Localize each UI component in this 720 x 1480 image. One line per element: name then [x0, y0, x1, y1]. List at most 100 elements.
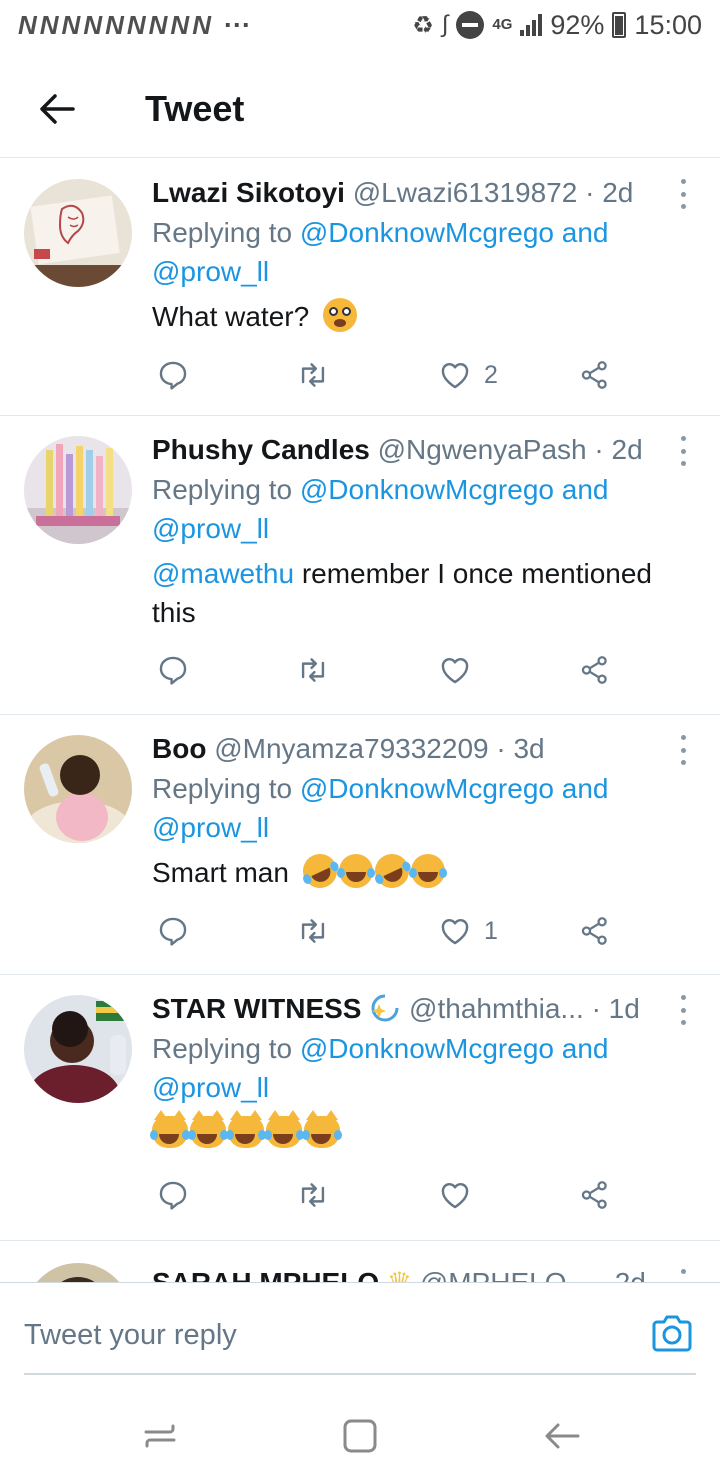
tweet-text: @mawethu remember I once mentioned this: [152, 554, 698, 632]
arrow-left-icon: [40, 93, 75, 124]
home-button[interactable]: [338, 1414, 382, 1458]
status-bar: NNNNNNNNN ··· ♻ ∫ 4G 92% 15:00: [0, 0, 720, 50]
back-button[interactable]: [17, 69, 97, 149]
author-name[interactable]: SARAH MPHELO: [152, 1267, 379, 1282]
replying-to-label: Replying to: [152, 217, 293, 248]
clock: 15:00: [634, 9, 702, 40]
more-options-button[interactable]: [676, 179, 690, 209]
share-button[interactable]: [578, 911, 612, 951]
recent-apps-button[interactable]: [138, 1414, 182, 1458]
reply-input[interactable]: [24, 1305, 624, 1365]
reply-timeline[interactable]: Lwazi Sikotoyi @Lwazi61319872 · 2d Reply…: [0, 159, 720, 1282]
battery-percent: 92%: [550, 9, 605, 40]
avatar[interactable]: [24, 735, 132, 843]
recent-apps-icon: [144, 1424, 176, 1448]
reply-icon: [159, 917, 187, 946]
avatar[interactable]: [24, 995, 132, 1103]
retweet-button[interactable]: [296, 650, 330, 690]
heart-icon: [441, 919, 469, 945]
battery-icon: [612, 12, 627, 38]
replying-to: Replying to @DonknowMcgrego and @prow_ll: [152, 213, 698, 291]
system-back-button[interactable]: [540, 1414, 584, 1458]
replying-and: and: [561, 474, 609, 505]
mention-link[interactable]: @DonknowMcgrego: [300, 474, 554, 505]
tweet-time: · 2d: [598, 1267, 646, 1282]
avatar[interactable]: [24, 179, 132, 287]
share-button[interactable]: [578, 355, 612, 395]
reply-button[interactable]: [156, 650, 190, 690]
retweet-button[interactable]: [296, 911, 330, 951]
retweet-icon: [301, 919, 325, 943]
share-icon: [581, 656, 607, 684]
reply-button[interactable]: [156, 911, 190, 951]
mention-link[interactable]: @prow_ll: [152, 513, 269, 544]
signal-icon: [520, 14, 543, 36]
more-options-button[interactable]: [676, 735, 690, 765]
reply-button[interactable]: [156, 1175, 190, 1215]
tweet-text: Smart man: [152, 848, 698, 894]
like-count: 1: [484, 916, 498, 945]
bluetooth-icon: ∫: [441, 11, 449, 38]
author-name[interactable]: STAR WITNESS: [152, 993, 361, 1024]
tears-of-joy-emoji: [408, 854, 447, 888]
author-handle[interactable]: @Mnyamza79332209: [214, 733, 488, 764]
reply-composer: [0, 1282, 720, 1392]
reply-icon: [159, 656, 187, 685]
tweet-actions: [152, 650, 720, 690]
tweet-item[interactable]: STAR WITNESS @thahmthia... · 1d Replying…: [0, 975, 720, 1241]
home-icon: [343, 1419, 377, 1453]
author-name[interactable]: Boo: [152, 733, 206, 764]
system-navigation-bar: [0, 1392, 720, 1480]
replying-to-label: Replying to: [152, 474, 293, 505]
like-button[interactable]: 1: [438, 911, 498, 951]
author-handle[interactable]: @thahmthia...: [409, 993, 584, 1024]
mention-link[interactable]: @prow_ll: [152, 1072, 269, 1103]
recycle-icon: ♻: [412, 11, 434, 39]
mention-link[interactable]: @DonknowMcgrego: [300, 1033, 554, 1064]
mention-link[interactable]: @mawethu: [152, 558, 294, 589]
like-button[interactable]: 2: [438, 355, 498, 395]
replying-to-label: Replying to: [152, 773, 293, 804]
author-name[interactable]: Phushy Candles: [152, 434, 370, 465]
replying-and: and: [561, 1033, 609, 1064]
share-button[interactable]: [578, 650, 612, 690]
tweet-actions: 1: [152, 911, 720, 951]
tweet-actions: [152, 1175, 720, 1215]
more-options-button[interactable]: [676, 995, 690, 1025]
retweet-icon: [301, 363, 325, 387]
author-name[interactable]: Lwazi Sikotoyi: [152, 177, 345, 208]
tweet-time: · 3d: [496, 733, 545, 764]
notification-icons: NNNNNNNNN: [18, 9, 214, 40]
retweet-button[interactable]: [296, 355, 330, 395]
mention-link[interactable]: @prow_ll: [152, 256, 269, 287]
tweet-text-content: Smart man: [152, 857, 289, 888]
author-handle[interactable]: @Lwazi61319872: [353, 177, 578, 208]
more-options-button[interactable]: [676, 1269, 690, 1282]
reply-icon: [159, 361, 187, 390]
retweet-icon: [301, 1183, 325, 1207]
author-handle[interactable]: @MPHELO...: [420, 1267, 590, 1282]
like-button[interactable]: [438, 650, 484, 690]
like-button[interactable]: [438, 1175, 484, 1215]
like-count: 2: [484, 360, 498, 389]
author-handle[interactable]: @NgwenyaPash: [378, 434, 587, 465]
reply-button[interactable]: [156, 355, 190, 395]
share-button[interactable]: [578, 1175, 612, 1215]
tweet-item[interactable]: SARAH MPHELO ♛ @MPHELO... · 2d: [0, 1241, 720, 1282]
mention-link[interactable]: @prow_ll: [152, 812, 269, 843]
reply-icon: [159, 1181, 187, 1210]
tweet-item[interactable]: Lwazi Sikotoyi @Lwazi61319872 · 2d Reply…: [0, 159, 720, 416]
tweet-item[interactable]: Phushy Candles @NgwenyaPash · 2d Replyin…: [0, 416, 720, 715]
camera-button[interactable]: [650, 1311, 694, 1355]
retweet-button[interactable]: [296, 1175, 330, 1215]
mention-link[interactable]: @DonknowMcgrego: [300, 773, 554, 804]
share-icon: [581, 1181, 607, 1209]
avatar[interactable]: [24, 436, 132, 544]
app-header: Tweet: [0, 60, 720, 158]
avatar[interactable]: [24, 1263, 132, 1282]
more-options-button[interactable]: [676, 436, 690, 466]
tweet-item[interactable]: Boo @Mnyamza79332209 · 3d Replying to @D…: [0, 715, 720, 975]
tweet-time: · 1d: [591, 993, 640, 1024]
mention-link[interactable]: @DonknowMcgrego: [300, 217, 554, 248]
tweet-text: [150, 1110, 698, 1152]
